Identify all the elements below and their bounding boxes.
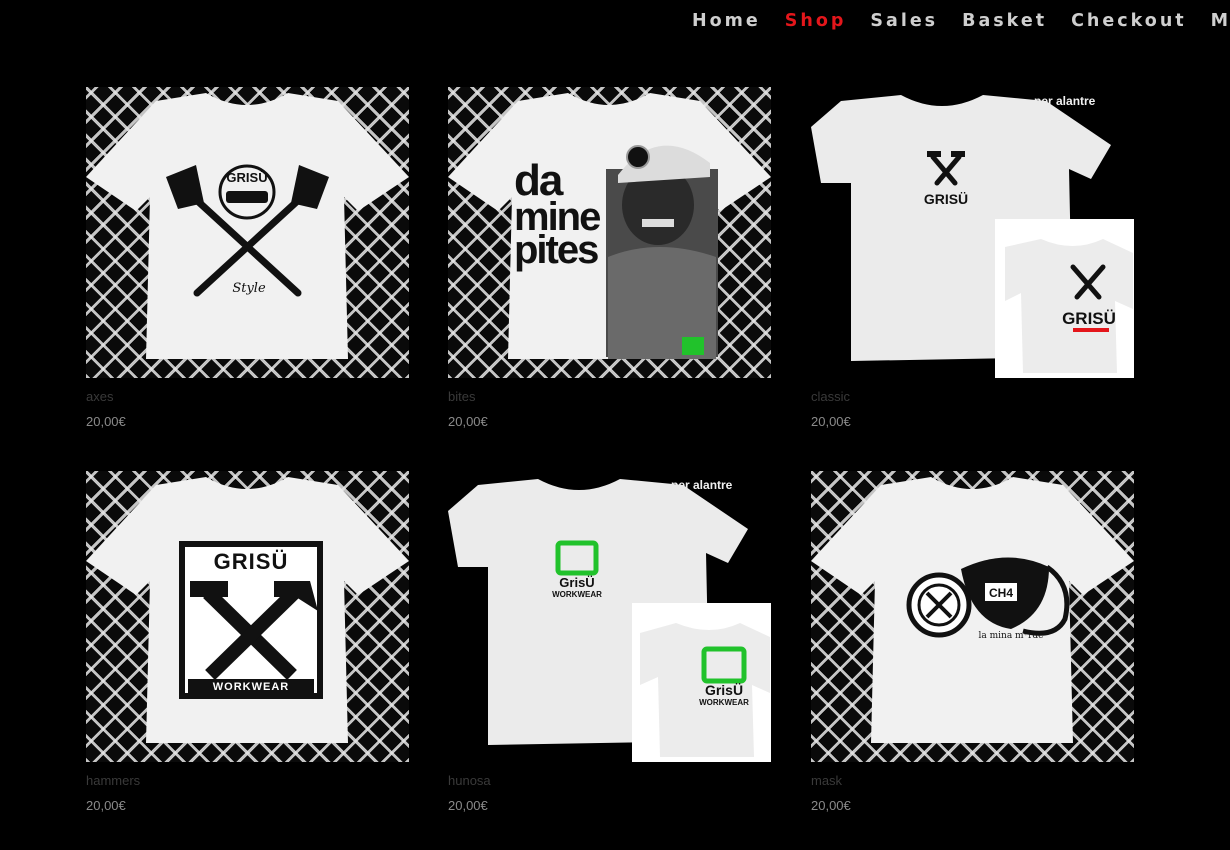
nav-home[interactable]: Home xyxy=(692,11,761,31)
product-card-classic: per alantre GRISÜ GRISÜ classic 20,00€ xyxy=(811,87,1134,447)
shirt-text-pites: pites xyxy=(514,228,598,272)
product-name[interactable]: bites xyxy=(448,389,475,404)
product-card-hammers: GRISÜ WORKWEAR hammers 20,00€ xyxy=(86,471,409,831)
shirt-text-la-mina: la mina m*rde xyxy=(979,631,1044,641)
product-name[interactable]: mask xyxy=(811,773,842,788)
product-card-hunosa: per alantre GrisÜ WORKWEAR GrisÜ WORKWEA… xyxy=(448,471,771,831)
tshirt-hammers-graphic: GRISÜ WORKWEAR xyxy=(86,477,409,743)
product-image-mask[interactable]: CH4 la mina m*rde xyxy=(811,471,1134,762)
product-price: 20,00€ xyxy=(86,798,126,813)
product-image-hunosa[interactable]: per alantre GrisÜ WORKWEAR GrisÜ WORKWEA… xyxy=(448,471,771,762)
shirt-text-workwear: WORKWEAR xyxy=(213,681,289,693)
product-price: 20,00€ xyxy=(86,414,126,429)
product-image-hammers[interactable]: GRISÜ WORKWEAR xyxy=(86,471,409,762)
shirt-text-grisu: GRISÜ xyxy=(226,170,267,185)
product-price: 20,00€ xyxy=(811,798,851,813)
nav-my-account[interactable]: My xyxy=(1211,11,1230,31)
product-price: 20,00€ xyxy=(448,414,488,429)
tshirt-axes-graphic: GRISÜ Style xyxy=(86,93,409,359)
main-nav: Home Shop Sales Basket Checkout My xyxy=(692,11,1230,35)
product-price: 20,00€ xyxy=(448,798,488,813)
product-price: 20,00€ xyxy=(811,414,851,429)
tshirt-bites-graphic: da mine pites xyxy=(448,93,771,359)
nav-basket[interactable]: Basket xyxy=(962,11,1047,31)
nav-shop[interactable]: Shop xyxy=(785,11,847,31)
product-name[interactable]: axes xyxy=(86,389,113,404)
product-image-classic[interactable]: per alantre GRISÜ GRISÜ xyxy=(811,87,1134,378)
shirt-text-grisu: GRISÜ xyxy=(214,549,289,574)
product-name[interactable]: hammers xyxy=(86,773,140,788)
product-image-axes[interactable]: GRISÜ Style xyxy=(86,87,409,378)
tshirt-classic-graphic: per alantre GRISÜ GRISÜ xyxy=(811,94,1134,378)
nav-sales[interactable]: Sales xyxy=(870,11,938,31)
shirt-text-grisu: GRISÜ xyxy=(924,191,968,207)
product-name[interactable]: hunosa xyxy=(448,773,491,788)
product-card-axes: GRISÜ Style axes 20,00€ xyxy=(86,87,409,447)
nav-checkout[interactable]: Checkout xyxy=(1071,11,1187,31)
product-name[interactable]: classic xyxy=(811,389,850,404)
product-card-bites: da mine pites bites 20,00€ xyxy=(448,87,771,447)
product-image-bites[interactable]: da mine pites xyxy=(448,87,771,378)
tshirt-mask-graphic: CH4 la mina m*rde xyxy=(811,477,1134,743)
shirt-text-grisu: GrisÜ xyxy=(559,575,594,590)
shirt-text-style: Style xyxy=(232,281,266,296)
shirt-text-grisu-2: GrisÜ xyxy=(705,682,743,698)
shirt-text-workwear: WORKWEAR xyxy=(552,590,602,599)
green-logo-patch xyxy=(682,337,704,355)
shirt-text-grisu-2: GRISÜ xyxy=(1062,309,1116,328)
product-card-mask: CH4 la mina m*rde mask 20,00€ xyxy=(811,471,1134,831)
shirt-text-ch4: CH4 xyxy=(989,586,1013,600)
shirt-text-workwear-2: WORKWEAR xyxy=(699,698,749,707)
tshirt-hunosa-graphic: per alantre GrisÜ WORKWEAR GrisÜ WORKWEA… xyxy=(448,478,771,762)
